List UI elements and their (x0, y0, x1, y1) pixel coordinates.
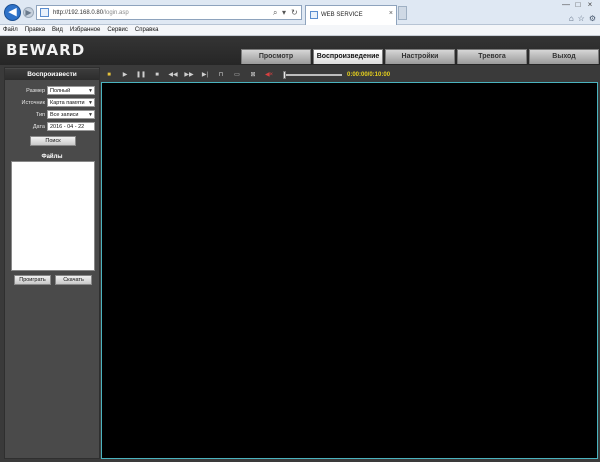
stop-icon[interactable]: ■ (149, 69, 165, 81)
gear-icon[interactable]: ⚙ (589, 14, 596, 23)
window-controls: — □ × (560, 0, 596, 11)
menu-item-help[interactable]: Справка (135, 25, 159, 35)
minimize-button[interactable]: — (560, 0, 572, 11)
menu-item-favorites[interactable]: Избранное (70, 25, 100, 35)
chevron-down-icon: ▼ (88, 112, 93, 118)
browser-tools: ⌂ ☆ ⚙ (569, 14, 596, 23)
page-icon (310, 11, 318, 19)
address-bar[interactable]: http://192.168.0.80/login.asp ⌕ ▾ ↻ (36, 5, 302, 20)
new-tab-button[interactable] (398, 6, 407, 20)
menu-item-file[interactable]: Файл (3, 25, 18, 35)
video-viewport[interactable] (101, 82, 598, 459)
size-select[interactable]: Полный ▼ (47, 86, 95, 95)
fast-forward-icon[interactable]: ▶▶ (181, 69, 197, 81)
files-list[interactable] (11, 161, 95, 271)
type-row: Тип Все записи ▼ (5, 110, 99, 120)
chevron-down-icon: ▼ (88, 88, 93, 94)
type-label: Тип (35, 112, 45, 118)
pause-icon[interactable]: ❚❚ (133, 69, 149, 81)
forward-arrow-icon: ▶ (25, 8, 32, 17)
browser-tab[interactable]: WEB SERVICE × (305, 5, 397, 25)
mute-icon[interactable]: ◀× (261, 69, 277, 81)
size-row: Размер Полный ▼ (5, 86, 99, 96)
player-toolbar: ■ ▶ ❚❚ ■ ◀◀ ▶▶ ▶| ⊓ ▭ ⊠ ◀× 0:00:00/0:10:… (101, 69, 599, 81)
tab-alarm[interactable]: Тревога (457, 49, 527, 64)
tab-playback[interactable]: Воспроизведение (313, 49, 383, 64)
play-icon[interactable]: ▶ (117, 69, 133, 81)
menu-item-tools[interactable]: Сервис (107, 25, 128, 35)
logo: BEWARD (6, 41, 86, 59)
back-arrow-icon: ◀ (8, 6, 17, 18)
type-select[interactable]: Все записи ▼ (47, 110, 95, 119)
panel-title: Воспроизвести (5, 69, 99, 80)
window-close-button[interactable]: × (584, 0, 596, 11)
menu-item-edit[interactable]: Правка (25, 25, 45, 35)
page-icon (40, 8, 49, 17)
clip-icon[interactable]: ⊓ (213, 69, 229, 81)
close-icon[interactable]: × (389, 9, 393, 19)
playback-panel: Воспроизвести Размер Полный ▼ Источник Ка… (4, 67, 100, 459)
back-button[interactable]: ◀ (4, 4, 21, 21)
search-icon[interactable]: ⌕ (273, 7, 277, 18)
chevron-down-icon[interactable]: ▾ (282, 7, 286, 18)
snapshot-icon[interactable]: ■ (101, 69, 117, 81)
search-button[interactable]: Поиск (30, 136, 76, 146)
files-label: Файлы (41, 154, 63, 160)
record-icon[interactable]: ▭ (229, 69, 245, 81)
tab-logout[interactable]: Выход (529, 49, 599, 64)
chevron-down-icon: ▼ (88, 100, 93, 106)
rewind-icon[interactable]: ◀◀ (165, 69, 181, 81)
forward-button[interactable]: ▶ (23, 7, 34, 18)
download-button[interactable]: Скачать (55, 275, 92, 285)
refresh-icon[interactable]: ↻ (291, 7, 298, 18)
menu-item-view[interactable]: Вид (52, 25, 63, 35)
source-label: Источник (21, 100, 45, 106)
date-label: Дата (32, 124, 45, 130)
favorites-icon[interactable]: ☆ (578, 14, 585, 23)
play-file-button[interactable]: Проиграть (14, 275, 51, 285)
source-select[interactable]: Карта памяти ▼ (47, 98, 95, 107)
main-nav: Просмотр Воспроизведение Настройки Трево… (241, 49, 599, 64)
date-row: Дата 2016 - 04 - 22 (5, 122, 99, 132)
fullscreen-icon[interactable]: ⊠ (245, 69, 261, 81)
time-readout: 0:00:00/0:10:00 (347, 72, 391, 78)
browser-toolbar: ◀ ▶ http://192.168.0.80/login.asp ⌕ ▾ ↻ … (0, 0, 600, 25)
tab-live-view[interactable]: Просмотр (241, 49, 311, 64)
tab-settings[interactable]: Настройки (385, 49, 455, 64)
size-label: Размер (26, 88, 45, 94)
seek-slider[interactable] (283, 71, 342, 79)
url-text[interactable]: http://192.168.0.80/login.asp (53, 7, 129, 19)
date-field[interactable]: 2016 - 04 - 22 (47, 122, 95, 131)
maximize-button[interactable]: □ (572, 0, 584, 11)
tab-title: WEB SERVICE (321, 12, 363, 18)
home-icon[interactable]: ⌂ (569, 14, 574, 23)
menu-bar: Файл Правка Вид Избранное Сервис Справка (0, 25, 600, 36)
seek-handle[interactable] (283, 71, 286, 79)
source-row: Источник Карта памяти ▼ (5, 98, 99, 108)
frame-step-icon[interactable]: ▶| (197, 69, 213, 81)
app-header: BEWARD Просмотр Воспроизведение Настройк… (0, 37, 600, 65)
